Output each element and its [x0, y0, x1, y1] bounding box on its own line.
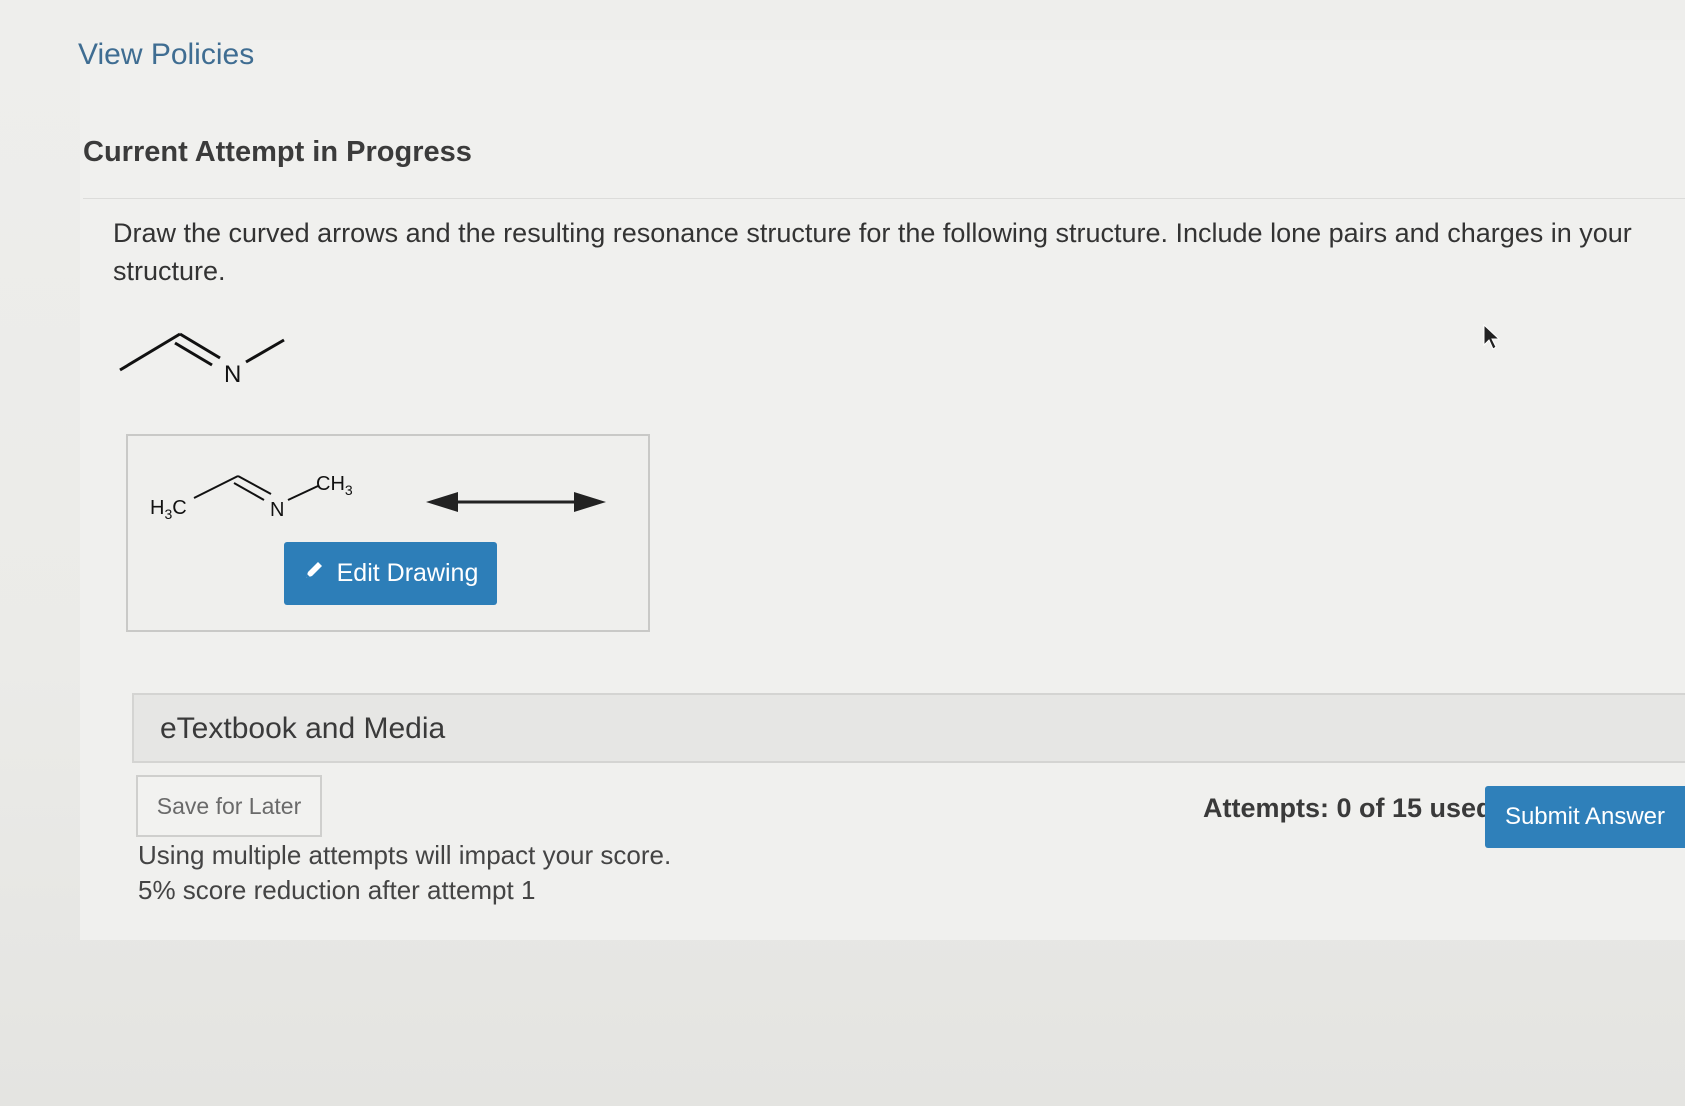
pencil-icon: [303, 559, 325, 588]
question-prompt: Draw the curved arrows and the resulting…: [113, 218, 1632, 286]
mouse-cursor-icon: [1483, 323, 1501, 350]
drawing-nitrogen-label: N: [270, 499, 284, 521]
score-reduction-note: 5% score reduction after attempt 1: [138, 875, 536, 905]
save-for-later-button[interactable]: Save for Later: [136, 775, 322, 837]
attempts-counter: Attempts: 0 of 15 used: [1203, 793, 1493, 823]
view-policies-link[interactable]: View Policies: [78, 38, 254, 72]
attempts-note: Using multiple attempts will impact your…: [138, 840, 672, 870]
left-group-label: H: [150, 497, 164, 519]
divider: [83, 198, 1685, 199]
drawing-molecule: H3C N CH3: [150, 473, 606, 522]
etextbook-media-bar[interactable]: eTextbook and Media: [132, 693, 1685, 763]
edit-drawing-label: Edit Drawing: [336, 559, 479, 587]
structure-nitrogen-label: N: [224, 361, 241, 388]
svg-text:H3C: H3C: [150, 497, 187, 522]
etextbook-media-label: eTextbook and Media: [160, 712, 446, 745]
section-title: Current Attempt in Progress: [83, 136, 472, 168]
arrow-head-left: [426, 492, 458, 512]
svg-text:CH3: CH3: [316, 473, 353, 498]
submit-answer-button[interactable]: Submit Answer: [1485, 786, 1685, 848]
right-group-label: CH: [316, 473, 345, 495]
edit-drawing-button[interactable]: Edit Drawing: [284, 542, 497, 605]
skeletal-structure: N: [119, 332, 285, 388]
arrow-head-right: [574, 492, 606, 512]
